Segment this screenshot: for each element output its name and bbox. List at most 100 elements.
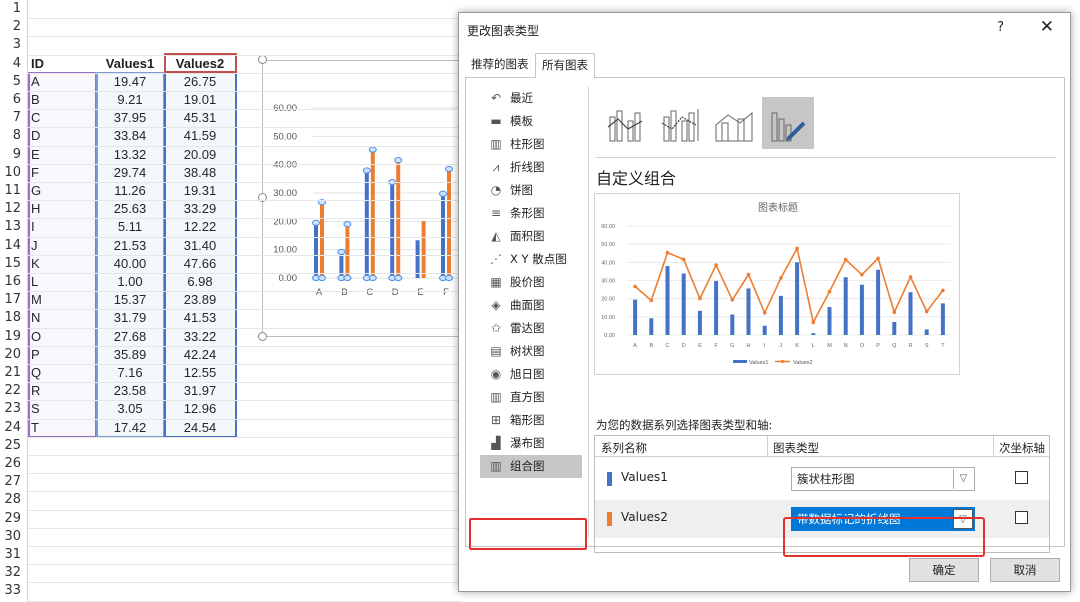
- chart-type-item[interactable]: ◉ 旭日图: [480, 363, 582, 386]
- chart-type-item[interactable]: ◔ 饼图: [480, 179, 582, 202]
- series-row: Values1 簇状柱形图 ▽: [595, 460, 1049, 498]
- row-number[interactable]: 26: [0, 455, 28, 474]
- row-number[interactable]: 33: [0, 582, 28, 601]
- cancel-button[interactable]: 取消: [990, 558, 1060, 582]
- grid-line: [28, 218, 460, 220]
- row-number[interactable]: 15: [0, 254, 28, 273]
- row-number[interactable]: 13: [0, 218, 28, 237]
- grid-line: [28, 109, 460, 111]
- bar-values1: [314, 222, 318, 278]
- chevron-down-icon[interactable]: ▽: [953, 469, 973, 489]
- row-number[interactable]: 7: [0, 109, 28, 128]
- x-tick-label: C: [666, 343, 670, 349]
- subtype-custom-combination[interactable]: [762, 97, 814, 149]
- y-tick-label: 50.00: [273, 131, 297, 142]
- row-number[interactable]: 22: [0, 382, 28, 401]
- preview-bar: [681, 273, 686, 335]
- chart-type-label: 树状图: [510, 344, 545, 358]
- subtype-stacked-area-column[interactable]: [708, 97, 760, 149]
- preview-bar: [649, 318, 654, 335]
- row-number[interactable]: 18: [0, 309, 28, 328]
- ok-button[interactable]: 确定: [909, 558, 979, 582]
- row-number[interactable]: 11: [0, 182, 28, 201]
- close-icon[interactable]: ✕: [1040, 17, 1054, 37]
- grid-line: [28, 527, 460, 529]
- combo-highlight-box: [469, 518, 587, 550]
- chart-type-item[interactable]: ▥ 直方图: [480, 386, 582, 409]
- stacked-area-column-icon: [715, 111, 753, 142]
- row-number[interactable]: 16: [0, 273, 28, 292]
- header-cell-id[interactable]: ID: [28, 55, 96, 73]
- bar-values2: [447, 168, 451, 278]
- grid-line: [28, 236, 460, 238]
- chart-resize-handle[interactable]: [258, 332, 267, 341]
- x-tick-label: F: [714, 343, 718, 349]
- subtype-column-line-secondary[interactable]: [654, 97, 706, 149]
- row-number[interactable]: 24: [0, 418, 28, 437]
- row-number[interactable]: 17: [0, 291, 28, 310]
- chart-type-item[interactable]: ▥ 柱形图: [480, 133, 582, 156]
- row-number[interactable]: 10: [0, 163, 28, 182]
- row-number[interactable]: 14: [0, 236, 28, 255]
- chart-type-item[interactable]: ◈ 曲面图: [480, 294, 582, 317]
- y-tick-label: 10.00: [601, 315, 615, 321]
- column-chart-icon: ▥: [490, 137, 502, 151]
- preview-line-marker: [795, 246, 799, 251]
- grid-line: [28, 436, 460, 438]
- x-tick-label: B: [341, 287, 347, 298]
- grid-line: [28, 582, 460, 584]
- subtype-clustered-column-line[interactable]: [600, 97, 652, 149]
- bar-values2: [370, 149, 375, 278]
- help-icon[interactable]: ?: [997, 20, 1004, 35]
- chart-resize-handle[interactable]: [258, 55, 267, 64]
- row-number[interactable]: 28: [0, 491, 28, 510]
- row-number[interactable]: 19: [0, 327, 28, 346]
- embedded-chart[interactable]: 0.0010.0020.0030.0040.0050.0060.00ABCDEF: [262, 60, 462, 337]
- row-number[interactable]: 21: [0, 364, 28, 383]
- grid-line: [28, 72, 460, 74]
- row-number[interactable]: 23: [0, 400, 28, 419]
- row-number[interactable]: 32: [0, 564, 28, 583]
- chart-type-item[interactable]: ≡ 条形图: [480, 202, 582, 225]
- row-number[interactable]: 4: [0, 54, 28, 73]
- row-number[interactable]: 29: [0, 509, 28, 528]
- series-chart-type-dropdown[interactable]: 簇状柱形图 ▽: [791, 467, 975, 491]
- chart-type-item[interactable]: ▤ 树状图: [480, 340, 582, 363]
- x-tick-label: I: [764, 343, 766, 349]
- tab-recommended-charts[interactable]: 推荐的图表: [465, 53, 535, 77]
- change-chart-type-dialog[interactable]: 更改图表类型 ? ✕ 推荐的图表 所有图表 ↶ 最近 ▬ 模板 ▥ 柱形图 ⩘ 折线图 ◔ 饼图 ≡…: [458, 12, 1071, 592]
- chart-type-item[interactable]: ↶ 最近: [480, 87, 582, 110]
- chart-type-item[interactable]: ✩ 雷达图: [480, 317, 582, 340]
- row-number[interactable]: 31: [0, 546, 28, 565]
- tab-all-charts[interactable]: 所有图表: [535, 53, 595, 78]
- x-tick-label: F: [443, 287, 449, 298]
- chart-type-item[interactable]: ▦ 股价图: [480, 271, 582, 294]
- row-number[interactable]: 20: [0, 345, 28, 364]
- chart-type-item[interactable]: ▥ 组合图: [480, 455, 582, 478]
- row-number[interactable]: 3: [0, 36, 28, 55]
- spreadsheet[interactable]: 1 2 3 4 5 6 7 8 9 10 11 12 13 14 15 16 17 18 19 20 21 22 23 24 2…: [0, 0, 462, 602]
- row-number[interactable]: 12: [0, 200, 28, 219]
- secondary-axis-checkbox[interactable]: [1015, 511, 1028, 524]
- y-tick-label: 40.00: [601, 260, 615, 266]
- x-tick-label: A: [633, 343, 637, 349]
- secondary-axis-checkbox[interactable]: [1015, 471, 1028, 484]
- row-number[interactable]: 27: [0, 473, 28, 492]
- row-number[interactable]: 30: [0, 527, 28, 546]
- row-number[interactable]: 6: [0, 91, 28, 110]
- row-number[interactable]: 9: [0, 145, 28, 164]
- chart-type-item[interactable]: ▬ 模板: [480, 110, 582, 133]
- x-tick-label: J: [780, 343, 783, 349]
- chart-type-item[interactable]: ⊞ 箱形图: [480, 409, 582, 432]
- sunburst-chart-icon: ◉: [490, 367, 502, 381]
- row-number[interactable]: 8: [0, 127, 28, 146]
- row-number[interactable]: 1: [0, 0, 28, 19]
- row-number[interactable]: 5: [0, 72, 28, 91]
- chart-type-item[interactable]: ⋰ X Y 散点图: [480, 248, 582, 271]
- row-number[interactable]: 2: [0, 18, 28, 37]
- chart-type-item[interactable]: ▟ 瀑布图: [480, 432, 582, 455]
- header-cell-values1[interactable]: Values1: [96, 55, 164, 73]
- chart-type-item[interactable]: ⩘ 折线图: [480, 156, 582, 179]
- chart-type-item[interactable]: ◭ 面积图: [480, 225, 582, 248]
- row-number[interactable]: 25: [0, 436, 28, 455]
